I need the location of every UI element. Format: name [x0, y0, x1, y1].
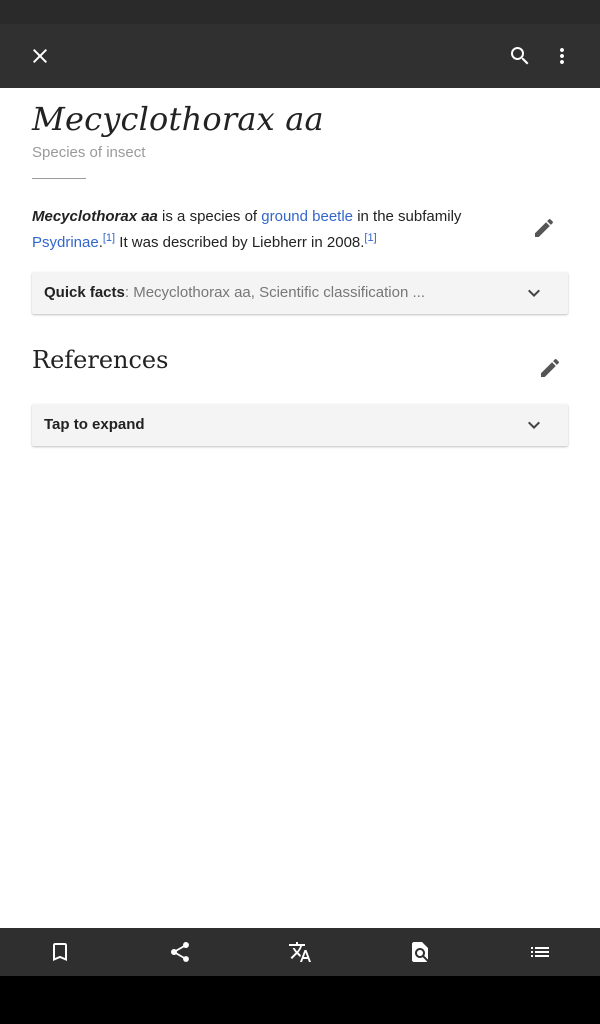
share-icon — [170, 942, 189, 962]
share-button[interactable] — [150, 928, 210, 976]
close-button[interactable] — [16, 32, 64, 80]
bottom-action-bar — [0, 928, 600, 976]
lead-text-1: is a species of — [157, 208, 262, 225]
quick-facts-label: Quick facts — [44, 284, 125, 301]
edit-references-button[interactable] — [534, 352, 566, 384]
edit-lead-button[interactable] — [528, 212, 560, 244]
page-title: Mecyclothorax aa — [32, 100, 324, 138]
language-button[interactable] — [270, 928, 330, 976]
references-expand[interactable] — [522, 413, 546, 437]
quick-facts-summary: : Mecyclothorax aa, Scientific classific… — [124, 284, 425, 301]
quick-facts-expand[interactable] — [522, 281, 546, 305]
search-button[interactable] — [496, 32, 544, 80]
species-name: Mecyclothorax aa — [32, 208, 158, 225]
chevron-down-icon — [528, 421, 540, 429]
reference-link-2[interactable]: [1] — [364, 232, 376, 244]
find-in-page-button[interactable] — [390, 928, 450, 976]
page-description: Species of insect — [32, 144, 146, 161]
more-vert-icon — [560, 48, 564, 64]
reference-link-1[interactable]: [1] — [103, 232, 115, 244]
title-divider — [32, 178, 86, 179]
search-icon — [511, 47, 529, 65]
table-of-contents-icon — [531, 947, 549, 957]
find-in-page-icon — [412, 942, 428, 962]
save-button[interactable] — [30, 928, 90, 976]
status-bar — [0, 0, 600, 24]
link-psydrinae[interactable]: Psydrinae — [32, 234, 99, 251]
references-card[interactable]: Tap to expand — [32, 404, 568, 446]
lead-text-4: It was described by Liebherr in 2008. — [115, 234, 365, 251]
lead-paragraph: Mecyclothorax aa is a species of ground … — [32, 204, 502, 256]
chevron-down-icon — [528, 289, 540, 297]
contents-button[interactable] — [510, 928, 570, 976]
top-toolbar — [0, 24, 600, 88]
system-navigation-bar — [0, 976, 600, 1024]
quick-facts-card[interactable]: Quick facts: Mecyclothorax aa, Scientifi… — [32, 272, 568, 314]
pencil-icon — [535, 218, 554, 237]
lead-text-2: in the subfamily — [353, 208, 462, 225]
more-options-button[interactable] — [538, 32, 586, 80]
references-expand-text: Tap to expand — [44, 404, 504, 446]
link-ground-beetle[interactable]: ground beetle — [261, 208, 353, 225]
references-heading: References — [32, 346, 169, 374]
pencil-icon — [541, 358, 560, 377]
translate-icon — [289, 942, 311, 962]
quick-facts-text: Quick facts: Mecyclothorax aa, Scientifi… — [44, 272, 504, 314]
bookmark-icon — [53, 943, 67, 961]
close-icon — [33, 49, 47, 63]
tap-to-expand-label: Tap to expand — [44, 416, 145, 433]
